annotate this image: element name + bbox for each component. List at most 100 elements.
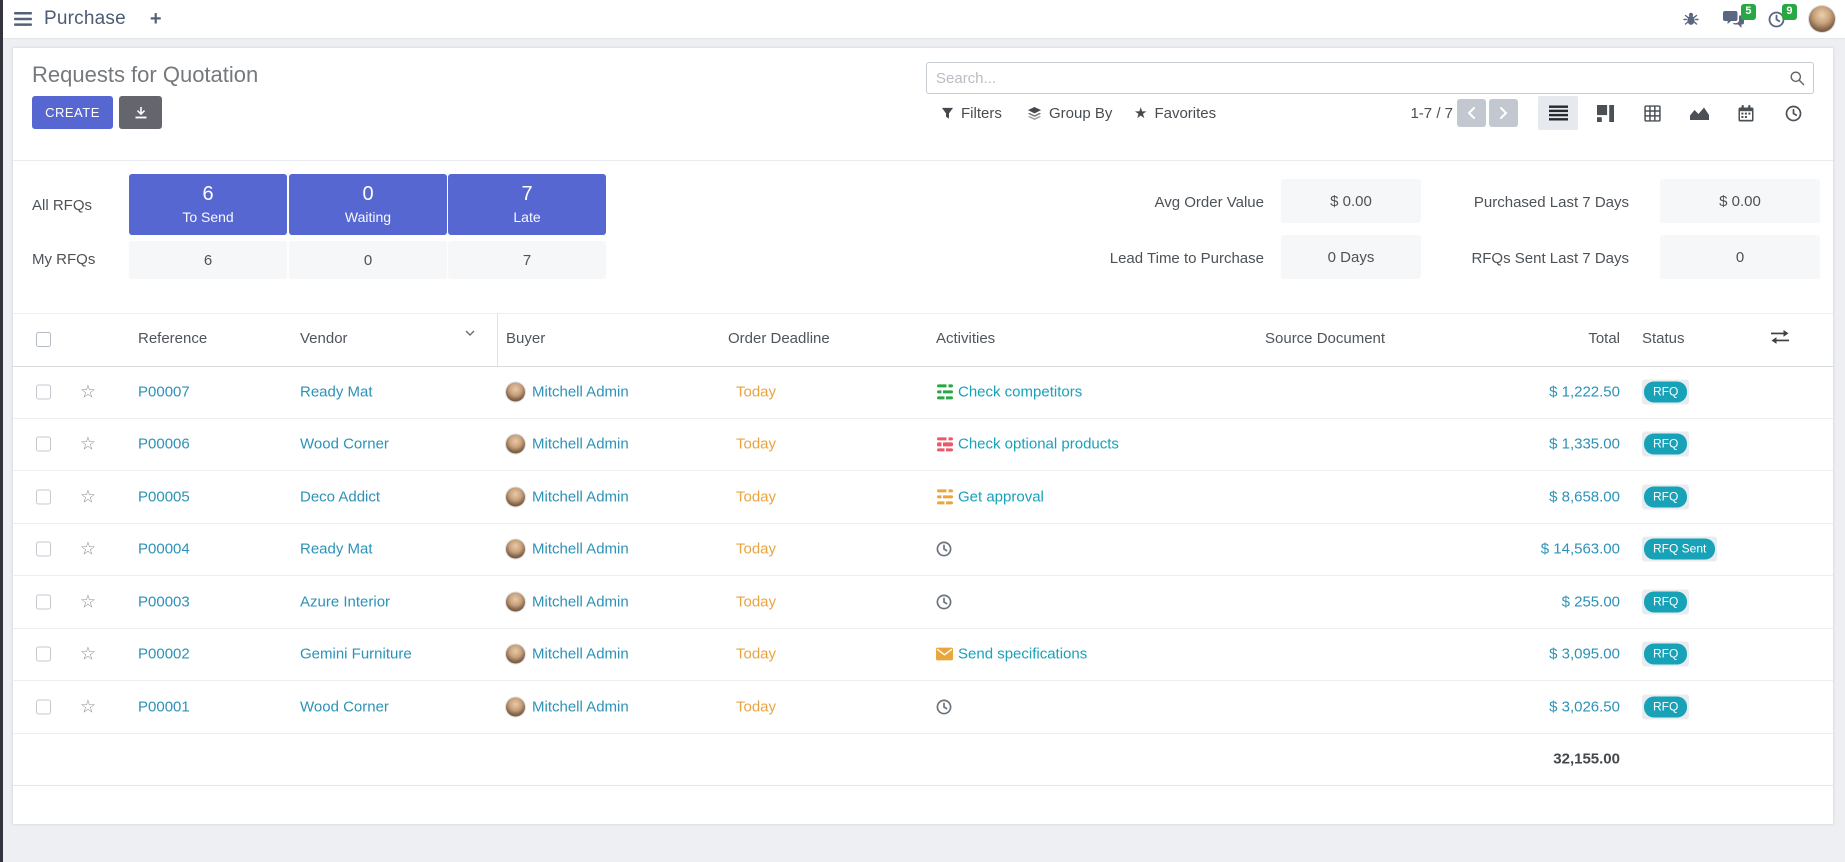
pivot-view-button[interactable] [1632, 96, 1672, 130]
buyer-link[interactable]: Mitchell Admin [532, 383, 629, 400]
activity-cell[interactable]: Check competitors [936, 383, 1082, 400]
column-header-vendor[interactable]: Vendor [300, 330, 348, 347]
table-row[interactable]: ☆ P00007 Ready Mat Mitchell Admin Today … [13, 366, 1833, 419]
vendor-link[interactable]: Ready Mat [300, 541, 373, 558]
table-row[interactable]: ☆ P00003 Azure Interior Mitchell Admin T… [13, 576, 1833, 629]
activity-cell[interactable] [936, 699, 957, 715]
pivot-view-icon [1644, 105, 1661, 122]
user-avatar[interactable] [1809, 6, 1835, 32]
favorite-star-icon[interactable]: ☆ [77, 696, 99, 717]
favorite-star-icon[interactable]: ☆ [77, 644, 99, 665]
window-edge [0, 0, 3, 862]
favorites-button[interactable]: ★ Favorites [1134, 101, 1216, 125]
buyer-link[interactable]: Mitchell Admin [532, 436, 629, 453]
buyer-link[interactable]: Mitchell Admin [532, 488, 629, 505]
activity-cell[interactable]: Get approval [936, 488, 1044, 505]
column-header-status[interactable]: Status [1642, 330, 1685, 347]
download-icon [134, 106, 148, 120]
footer-total-sum: 32,155.00 [1413, 751, 1620, 768]
new-tab-icon[interactable]: + [150, 8, 162, 31]
messages-icon[interactable]: 5 [1723, 11, 1744, 28]
reference-link[interactable]: P00005 [138, 488, 190, 505]
to-send-counter[interactable]: 6 To Send [129, 174, 287, 235]
create-button[interactable]: CREATE [32, 96, 113, 129]
sort-caret-icon[interactable] [465, 330, 475, 336]
column-header-order-deadline[interactable]: Order Deadline [728, 330, 830, 347]
clock-icon [936, 594, 952, 610]
pager-previous-button[interactable] [1457, 99, 1486, 127]
my-waiting-counter[interactable]: 0 [289, 241, 447, 279]
activity-cell[interactable]: Send specifications [936, 646, 1087, 663]
apps-menu-icon[interactable] [14, 12, 32, 26]
reference-link[interactable]: P00007 [138, 383, 190, 400]
activity-link[interactable]: Get approval [958, 488, 1044, 505]
activities-clock-icon[interactable]: 9 [1768, 11, 1785, 28]
buyer-link[interactable]: Mitchell Admin [532, 646, 629, 663]
row-checkbox[interactable] [36, 699, 51, 714]
my-to-send-counter[interactable]: 6 [129, 241, 287, 279]
kanban-view-button[interactable] [1585, 96, 1625, 130]
favorite-star-icon[interactable]: ☆ [77, 539, 99, 560]
buyer-link[interactable]: Mitchell Admin [532, 593, 629, 610]
row-checkbox[interactable] [36, 437, 51, 452]
activity-link[interactable]: Check competitors [958, 383, 1082, 400]
app-name[interactable]: Purchase [44, 8, 126, 30]
reference-link[interactable]: P00006 [138, 436, 190, 453]
select-all-checkbox[interactable] [36, 332, 51, 347]
activity-link[interactable]: Send specifications [958, 646, 1087, 663]
my-rfqs-label: My RFQs [32, 251, 95, 268]
calendar-view-button[interactable] [1726, 96, 1766, 130]
row-checkbox[interactable] [36, 542, 51, 557]
graph-view-button[interactable] [1679, 96, 1719, 130]
favorite-star-icon[interactable]: ☆ [77, 591, 99, 612]
row-checkbox[interactable] [36, 594, 51, 609]
late-counter[interactable]: 7 Late [448, 174, 606, 235]
reference-link[interactable]: P00002 [138, 646, 190, 663]
search-icon[interactable] [1789, 70, 1805, 86]
buyer-link[interactable]: Mitchell Admin [532, 698, 629, 715]
row-checkbox[interactable] [36, 489, 51, 504]
table-row[interactable]: ☆ P00005 Deco Addict Mitchell Admin Toda… [13, 471, 1833, 524]
table-row[interactable]: ☆ P00006 Wood Corner Mitchell Admin Toda… [13, 419, 1833, 472]
favorite-star-icon[interactable]: ☆ [77, 486, 99, 507]
activity-cell[interactable] [936, 594, 957, 610]
reference-link[interactable]: P00004 [138, 541, 190, 558]
group-by-button[interactable]: Group By [1027, 101, 1112, 125]
column-header-buyer[interactable]: Buyer [506, 330, 545, 347]
activity-cell[interactable] [936, 541, 957, 557]
export-download-button[interactable] [119, 96, 162, 129]
activity-view-button[interactable] [1773, 96, 1813, 130]
list-view-button[interactable] [1538, 96, 1578, 130]
row-checkbox[interactable] [36, 647, 51, 662]
column-header-reference[interactable]: Reference [138, 330, 207, 347]
table-row[interactable]: ☆ P00004 Ready Mat Mitchell Admin Today … [13, 524, 1833, 577]
favorite-star-icon[interactable]: ☆ [77, 381, 99, 402]
reference-link[interactable]: P00001 [138, 698, 190, 715]
activity-link[interactable]: Check optional products [958, 436, 1119, 453]
buyer-avatar [506, 487, 525, 506]
vendor-link[interactable]: Azure Interior [300, 593, 390, 610]
buyer-link[interactable]: Mitchell Admin [532, 541, 629, 558]
vendor-link[interactable]: Deco Addict [300, 488, 380, 505]
table-row[interactable]: ☆ P00001 Wood Corner Mitchell Admin Toda… [13, 681, 1833, 734]
column-header-total[interactable]: Total [1413, 330, 1620, 347]
waiting-counter[interactable]: 0 Waiting [289, 174, 447, 235]
column-header-activities[interactable]: Activities [936, 330, 995, 347]
vendor-link[interactable]: Wood Corner [300, 436, 389, 453]
to-send-count: 6 [129, 183, 287, 206]
filters-button[interactable]: Filters [941, 101, 1002, 125]
favorite-star-icon[interactable]: ☆ [77, 434, 99, 455]
vendor-link[interactable]: Ready Mat [300, 383, 373, 400]
row-checkbox[interactable] [36, 384, 51, 399]
vendor-link[interactable]: Gemini Furniture [300, 646, 412, 663]
vendor-link[interactable]: Wood Corner [300, 698, 389, 715]
reference-link[interactable]: P00003 [138, 593, 190, 610]
activity-cell[interactable]: Check optional products [936, 436, 1119, 453]
my-late-counter[interactable]: 7 [448, 241, 606, 279]
table-row[interactable]: ☆ P00002 Gemini Furniture Mitchell Admin… [13, 629, 1833, 682]
debug-bug-icon[interactable] [1683, 11, 1699, 27]
optional-columns-icon[interactable] [1771, 330, 1789, 344]
pager-next-button[interactable] [1489, 99, 1518, 127]
search-input[interactable] [926, 62, 1814, 94]
column-header-source-document[interactable]: Source Document [1265, 330, 1385, 347]
